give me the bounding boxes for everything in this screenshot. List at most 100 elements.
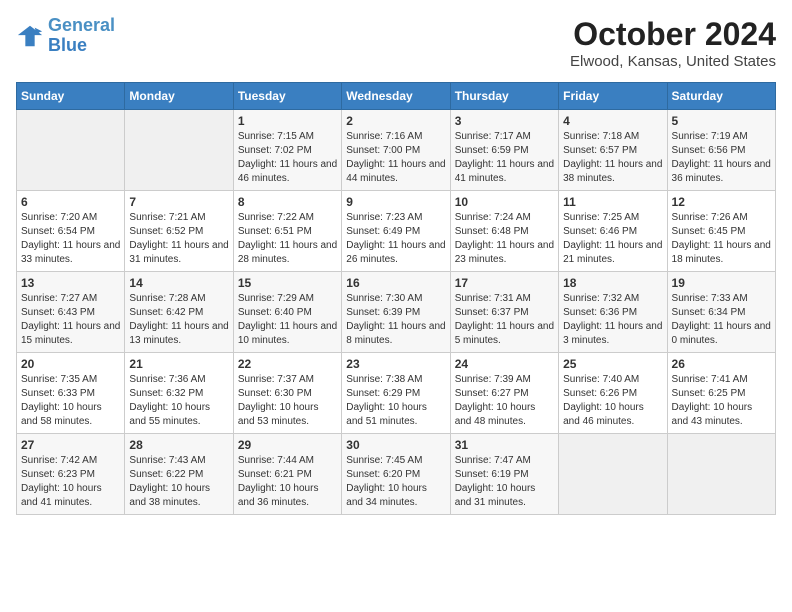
calendar-cell: 10 Sunrise: 7:24 AMSunset: 6:48 PMDayligh… [450, 191, 558, 272]
calendar-cell: 26 Sunrise: 7:41 AMSunset: 6:25 PMDayligh… [667, 353, 775, 434]
header-friday: Friday [559, 83, 667, 110]
day-number: 10 [455, 195, 554, 209]
calendar-cell: 1Sunrise: 7:15 AMSunset: 7:02 PMDaylight… [233, 110, 341, 191]
calendar-cell: 29 Sunrise: 7:44 AMSunset: 6:21 PMDayligh… [233, 434, 341, 515]
day-info: Sunrise: 7:16 AMSunset: 7:00 PMDaylight:… [346, 130, 445, 186]
day-number: 14 [129, 276, 228, 290]
day-number: 6 [21, 195, 120, 209]
day-info: Sunrise: 7:22 AMSunset: 6:51 PMDaylight:… [238, 211, 337, 267]
calendar-cell: 17Sunrise: 7:31 AMSunset: 6:37 PMDayligh… [450, 272, 558, 353]
day-number: 18 [563, 276, 662, 290]
day-number: 25 [563, 357, 662, 371]
calendar-cell: 31 Sunrise: 7:47 AMSunset: 6:19 PMDayligh… [450, 434, 558, 515]
day-info: Sunrise: 7:25 AMSunset: 6:46 PMDaylight:… [563, 211, 662, 267]
day-info: Sunrise: 7:41 AMSunset: 6:25 PMDaylight:… [672, 373, 771, 429]
calendar-cell: 22 Sunrise: 7:37 AMSunset: 6:30 PMDayligh… [233, 353, 341, 434]
day-number: 29 [238, 438, 337, 452]
day-info: Sunrise: 7:26 AMSunset: 6:45 PMDaylight:… [672, 211, 771, 267]
day-info: Sunrise: 7:27 AMSunset: 6:43 PMDaylight:… [21, 292, 120, 348]
day-info: Sunrise: 7:15 AMSunset: 7:02 PMDaylight:… [238, 130, 337, 186]
calendar-cell: 25 Sunrise: 7:40 AMSunset: 6:26 PMDayligh… [559, 353, 667, 434]
header-monday: Monday [125, 83, 233, 110]
day-info: Sunrise: 7:24 AMSunset: 6:48 PMDaylight:… [455, 211, 554, 267]
calendar-cell: 15Sunrise: 7:29 AMSunset: 6:40 PMDayligh… [233, 272, 341, 353]
header-sunday: Sunday [17, 83, 125, 110]
day-info: Sunrise: 7:38 AMSunset: 6:29 PMDaylight:… [346, 373, 445, 429]
day-info: Sunrise: 7:42 AMSunset: 6:23 PMDaylight:… [21, 454, 120, 510]
calendar-cell [125, 110, 233, 191]
calendar-cell: 8 Sunrise: 7:22 AMSunset: 6:51 PMDaylight… [233, 191, 341, 272]
calendar-cell: 9 Sunrise: 7:23 AMSunset: 6:49 PMDaylight… [342, 191, 450, 272]
calendar-cell: 19Sunrise: 7:33 AMSunset: 6:34 PMDayligh… [667, 272, 775, 353]
day-info: Sunrise: 7:32 AMSunset: 6:36 PMDaylight:… [563, 292, 662, 348]
day-number: 8 [238, 195, 337, 209]
header-wednesday: Wednesday [342, 83, 450, 110]
calendar-title: October 2024 [570, 16, 776, 53]
calendar-table: SundayMondayTuesdayWednesdayThursdayFrid… [16, 82, 776, 515]
day-number: 7 [129, 195, 228, 209]
calendar-cell: 20 Sunrise: 7:35 AMSunset: 6:33 PMDayligh… [17, 353, 125, 434]
calendar-cell [559, 434, 667, 515]
calendar-cell: 2Sunrise: 7:16 AMSunset: 7:00 PMDaylight… [342, 110, 450, 191]
day-number: 27 [21, 438, 120, 452]
day-number: 11 [563, 195, 662, 209]
day-number: 21 [129, 357, 228, 371]
day-number: 30 [346, 438, 445, 452]
calendar-cell: 18 Sunrise: 7:32 AMSunset: 6:36 PMDayligh… [559, 272, 667, 353]
calendar-cell: 7 Sunrise: 7:21 AMSunset: 6:52 PMDaylight… [125, 191, 233, 272]
day-info: Sunrise: 7:19 AMSunset: 6:56 PMDaylight:… [672, 130, 771, 186]
day-info: Sunrise: 7:44 AMSunset: 6:21 PMDaylight:… [238, 454, 337, 510]
calendar-cell: 23Sunrise: 7:38 AMSunset: 6:29 PMDayligh… [342, 353, 450, 434]
day-info: Sunrise: 7:36 AMSunset: 6:32 PMDaylight:… [129, 373, 228, 429]
day-info: Sunrise: 7:23 AMSunset: 6:49 PMDaylight:… [346, 211, 445, 267]
header-tuesday: Tuesday [233, 83, 341, 110]
header-saturday: Saturday [667, 83, 775, 110]
day-number: 9 [346, 195, 445, 209]
calendar-cell: 5Sunrise: 7:19 AMSunset: 6:56 PMDaylight… [667, 110, 775, 191]
calendar-cell: 11 Sunrise: 7:25 AMSunset: 6:46 PMDayligh… [559, 191, 667, 272]
calendar-cell: 30 Sunrise: 7:45 AMSunset: 6:20 PMDayligh… [342, 434, 450, 515]
calendar-cell: 13 Sunrise: 7:27 AMSunset: 6:43 PMDayligh… [17, 272, 125, 353]
day-number: 3 [455, 114, 554, 128]
calendar-cell: 3 Sunrise: 7:17 AMSunset: 6:59 PMDaylight… [450, 110, 558, 191]
calendar-cell [667, 434, 775, 515]
day-number: 13 [21, 276, 120, 290]
calendar-cell: 24 Sunrise: 7:39 AMSunset: 6:27 PMDayligh… [450, 353, 558, 434]
day-info: Sunrise: 7:18 AMSunset: 6:57 PMDaylight:… [563, 130, 662, 186]
day-number: 20 [21, 357, 120, 371]
day-number: 24 [455, 357, 554, 371]
day-info: Sunrise: 7:35 AMSunset: 6:33 PMDaylight:… [21, 373, 120, 429]
day-info: Sunrise: 7:39 AMSunset: 6:27 PMDaylight:… [455, 373, 554, 429]
page-header: General Blue October 2024 Elwood, Kansas… [16, 16, 776, 70]
day-number: 31 [455, 438, 554, 452]
header-thursday: Thursday [450, 83, 558, 110]
logo: General Blue [16, 16, 115, 56]
calendar-cell [17, 110, 125, 191]
calendar-cell: 4Sunrise: 7:18 AMSunset: 6:57 PMDaylight… [559, 110, 667, 191]
calendar-week-row: 27 Sunrise: 7:42 AMSunset: 6:23 PMDayligh… [17, 434, 776, 515]
day-number: 26 [672, 357, 771, 371]
day-info: Sunrise: 7:47 AMSunset: 6:19 PMDaylight:… [455, 454, 554, 510]
day-number: 28 [129, 438, 228, 452]
day-info: Sunrise: 7:43 AMSunset: 6:22 PMDaylight:… [129, 454, 228, 510]
calendar-cell: 27 Sunrise: 7:42 AMSunset: 6:23 PMDayligh… [17, 434, 125, 515]
day-info: Sunrise: 7:30 AMSunset: 6:39 PMDaylight:… [346, 292, 445, 348]
day-info: Sunrise: 7:40 AMSunset: 6:26 PMDaylight:… [563, 373, 662, 429]
day-info: Sunrise: 7:17 AMSunset: 6:59 PMDaylight:… [455, 130, 554, 186]
day-info: Sunrise: 7:33 AMSunset: 6:34 PMDaylight:… [672, 292, 771, 348]
day-info: Sunrise: 7:21 AMSunset: 6:52 PMDaylight:… [129, 211, 228, 267]
day-number: 12 [672, 195, 771, 209]
day-info: Sunrise: 7:37 AMSunset: 6:30 PMDaylight:… [238, 373, 337, 429]
calendar-subtitle: Elwood, Kansas, United States [570, 53, 776, 70]
calendar-cell: 21 Sunrise: 7:36 AMSunset: 6:32 PMDayligh… [125, 353, 233, 434]
day-info: Sunrise: 7:20 AMSunset: 6:54 PMDaylight:… [21, 211, 120, 267]
logo-bird-icon [16, 22, 44, 50]
calendar-header-row: SundayMondayTuesdayWednesdayThursdayFrid… [17, 83, 776, 110]
calendar-cell: 28 Sunrise: 7:43 AMSunset: 6:22 PMDayligh… [125, 434, 233, 515]
day-number: 22 [238, 357, 337, 371]
calendar-week-row: 13 Sunrise: 7:27 AMSunset: 6:43 PMDayligh… [17, 272, 776, 353]
day-info: Sunrise: 7:45 AMSunset: 6:20 PMDaylight:… [346, 454, 445, 510]
calendar-cell: 6 Sunrise: 7:20 AMSunset: 6:54 PMDaylight… [17, 191, 125, 272]
day-number: 17 [455, 276, 554, 290]
day-info: Sunrise: 7:29 AMSunset: 6:40 PMDaylight:… [238, 292, 337, 348]
